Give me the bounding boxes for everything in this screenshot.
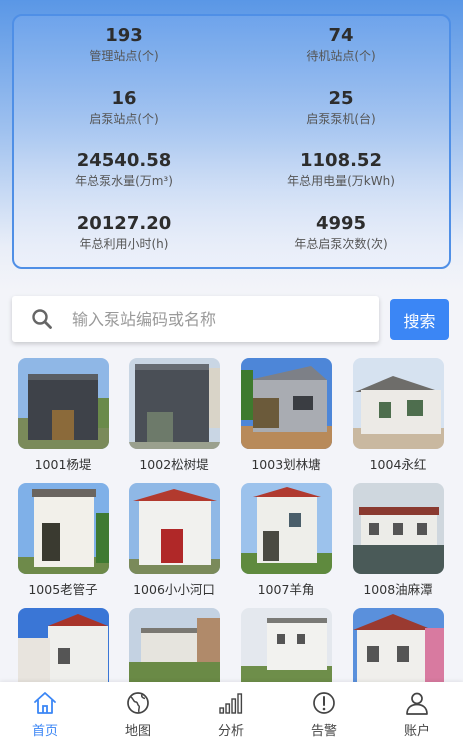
bottom-tab-bar: 首页 地图 分析 告警 账户 bbox=[0, 682, 463, 749]
station-photo bbox=[240, 483, 332, 574]
tab-analysis[interactable]: 分析 bbox=[191, 690, 271, 739]
stat-value: 25 bbox=[328, 88, 354, 109]
station-name: 1001杨堤 bbox=[34, 457, 92, 472]
stat-running-pumps: 25 启泵泵机(台) bbox=[241, 88, 441, 127]
stat-annual-power: 1108.52 年总用电量(万kWh) bbox=[241, 150, 441, 189]
stat-label: 管理站点(个) bbox=[89, 49, 159, 63]
search-button[interactable]: 搜索 bbox=[390, 299, 449, 340]
stat-value: 20127.20 bbox=[76, 213, 172, 234]
station-photo bbox=[128, 358, 220, 449]
station-card[interactable]: 1007羊角 bbox=[236, 483, 336, 598]
search-box bbox=[12, 296, 379, 342]
station-photo bbox=[17, 483, 109, 574]
station-photo bbox=[240, 358, 332, 449]
stat-managed-stations: 193 管理站点(个) bbox=[24, 25, 224, 64]
user-icon bbox=[377, 690, 457, 716]
tab-alerts[interactable]: 告警 bbox=[284, 690, 364, 739]
tab-label: 首页 bbox=[31, 724, 58, 739]
stat-value: 193 bbox=[105, 25, 143, 46]
stat-standby-stations: 74 待机站点(个) bbox=[241, 25, 441, 64]
stat-label: 年总利用小时(h) bbox=[79, 237, 169, 251]
station-photo bbox=[352, 358, 444, 449]
tab-home[interactable]: 首页 bbox=[5, 690, 85, 739]
station-card[interactable]: 1001杨堤 bbox=[13, 358, 113, 473]
stat-annual-starts: 4995 年总启泵次数(次) bbox=[241, 213, 441, 252]
station-name: 1006小小河口 bbox=[133, 582, 215, 597]
station-photo bbox=[352, 483, 444, 574]
stat-value: 74 bbox=[328, 25, 354, 46]
tab-account[interactable]: 账户 bbox=[377, 690, 457, 739]
search-icon bbox=[12, 296, 72, 342]
home-icon bbox=[5, 690, 85, 716]
station-card[interactable]: 1005老管子 bbox=[13, 483, 113, 598]
stat-annual-pumped-water: 24540.58 年总泵水量(万m³) bbox=[24, 150, 224, 189]
alert-icon bbox=[284, 690, 364, 716]
station-photo bbox=[17, 358, 109, 449]
station-card[interactable]: 1006小小河口 bbox=[124, 483, 224, 598]
stat-value: 24540.58 bbox=[76, 150, 172, 171]
stats-card: 193 管理站点(个) 74 待机站点(个) 16 启泵站点(个) 25 启泵泵… bbox=[12, 14, 451, 269]
stat-label: 年总泵水量(万m³) bbox=[75, 174, 173, 188]
stat-value: 16 bbox=[111, 88, 137, 109]
stat-annual-hours: 20127.20 年总利用小时(h) bbox=[24, 213, 224, 252]
stat-running-stations: 16 启泵站点(个) bbox=[24, 88, 224, 127]
stat-label: 启泵泵机(台) bbox=[306, 112, 376, 126]
stat-value: 1108.52 bbox=[300, 150, 382, 171]
station-card[interactable]: 1002松树堤 bbox=[124, 358, 224, 473]
station-card[interactable]: 1008油麻潭 bbox=[348, 483, 448, 598]
station-name: 1005老管子 bbox=[28, 582, 98, 597]
station-name: 1002松树堤 bbox=[139, 457, 209, 472]
tab-label: 告警 bbox=[310, 724, 337, 739]
stat-label: 年总用电量(万kWh) bbox=[287, 174, 395, 188]
station-photo bbox=[128, 483, 220, 574]
tab-label: 分析 bbox=[217, 724, 244, 739]
tab-label: 地图 bbox=[124, 724, 151, 739]
station-name: 1003划林塘 bbox=[251, 457, 321, 472]
stat-label: 启泵站点(个) bbox=[89, 112, 159, 126]
station-card[interactable]: 1003划林塘 bbox=[236, 358, 336, 473]
station-name: 1004永红 bbox=[369, 457, 427, 472]
stat-label: 待机站点(个) bbox=[306, 49, 376, 63]
station-name: 1008油麻潭 bbox=[363, 582, 433, 597]
stat-value: 4995 bbox=[315, 213, 367, 234]
tab-map[interactable]: 地图 bbox=[98, 690, 178, 739]
globe-icon bbox=[98, 690, 178, 716]
station-name: 1007羊角 bbox=[257, 582, 315, 597]
signal-bars-icon bbox=[191, 690, 271, 716]
stat-label: 年总启泵次数(次) bbox=[294, 237, 388, 251]
station-card[interactable]: 1004永红 bbox=[348, 358, 448, 473]
search-input[interactable] bbox=[72, 297, 379, 341]
tab-label: 账户 bbox=[403, 724, 430, 739]
